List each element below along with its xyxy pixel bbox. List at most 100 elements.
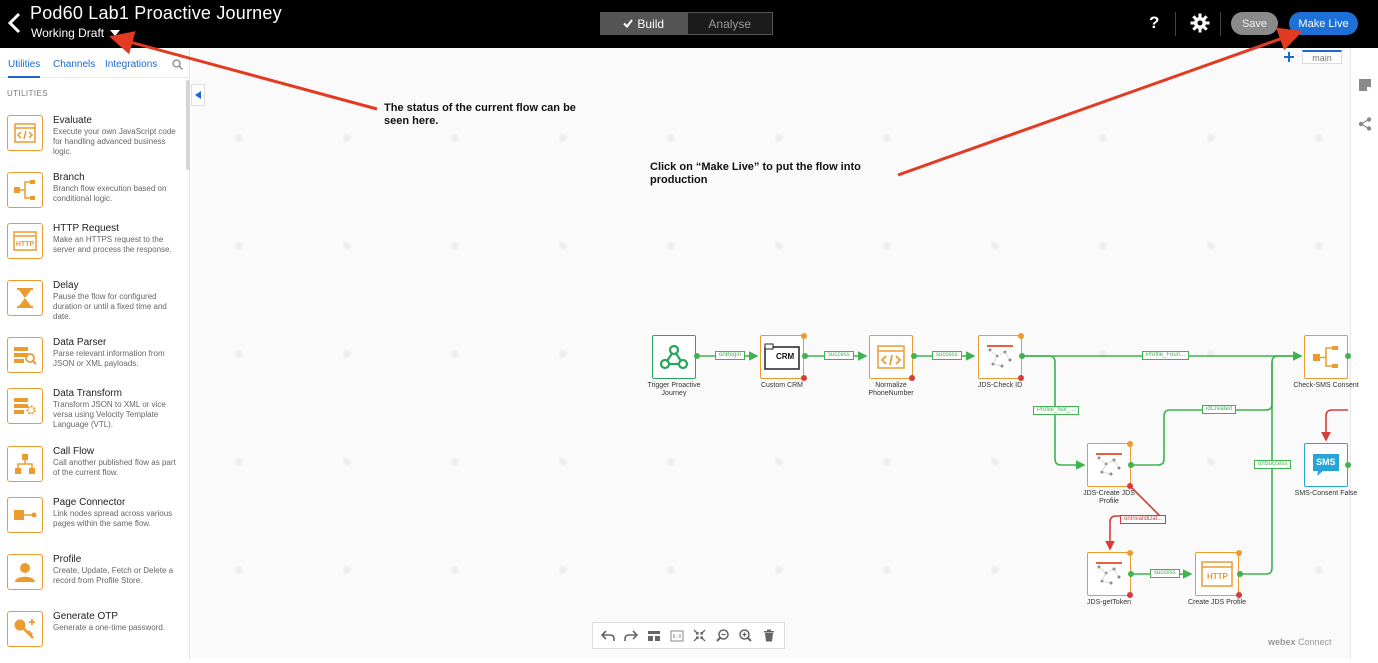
jds-icon [1096, 453, 1122, 476]
palette-item-title: Evaluate [53, 115, 92, 126]
section-label: UTILITIES [7, 89, 48, 98]
palette-item-title: Data Transform [53, 388, 122, 399]
caret-left-icon [195, 91, 201, 99]
flow-status-dropdown[interactable]: Working Draft [31, 26, 121, 40]
actual-size-button[interactable] [669, 628, 685, 644]
notes-icon[interactable] [1358, 78, 1372, 92]
node-trigger[interactable] [652, 335, 696, 379]
palette-item-desc: Execute your own JavaScript code for han… [53, 127, 176, 156]
palette-item-page-connector[interactable]: Page Connector Link nodes spread across … [7, 497, 185, 549]
edge-label-onsuccess[interactable]: onSuccess [1254, 460, 1292, 469]
zoom-out-icon [716, 629, 730, 642]
node-check-sms-consent[interactable] [1304, 335, 1348, 379]
undo-button[interactable] [600, 628, 616, 644]
node-palette-sidebar: Utilities Channels Integrations UTILITIE… [0, 48, 190, 659]
edge-label-profile-not-found[interactable]: Profile_Not_... [1033, 406, 1080, 415]
palette-item-evaluate[interactable]: Evaluate Execute your own JavaScript cod… [7, 115, 185, 167]
http-icon-text: HTTP [1207, 572, 1228, 581]
palette-item-data-transform[interactable]: Data Transform Transform JSON to XML or … [7, 388, 185, 440]
edge-label-oninvaliddata[interactable]: onInvalidDat... [1120, 515, 1167, 524]
node-label: SMS-Consent False [1294, 490, 1358, 497]
branch-icon [1313, 346, 1338, 368]
edge-label-profile-found[interactable]: Profile_Foun... [1142, 351, 1190, 360]
palette-item-desc: Parse relevant information from JSON or … [53, 349, 165, 368]
page-tab-main[interactable]: main [1302, 50, 1342, 64]
make-live-button[interactable]: Make Live [1289, 12, 1358, 35]
code-icon [877, 345, 905, 369]
search-icon[interactable] [172, 59, 183, 70]
node-gettoken[interactable] [1087, 552, 1131, 596]
palette-item-title: Generate OTP [53, 611, 119, 622]
palette-item-desc: Generate a one-time password. [53, 623, 166, 632]
sidebar-scrollbar[interactable] [186, 80, 190, 170]
branch-icon [7, 172, 43, 208]
save-button[interactable]: Save [1231, 12, 1278, 35]
palette-item-desc: Transform JSON to XML or vice versa usin… [53, 400, 166, 429]
flow-title: Pod60 Lab1 Proactive Journey [30, 3, 282, 23]
tab-channels[interactable]: Channels [53, 59, 95, 70]
node-create-jds-profile[interactable] [1087, 443, 1131, 487]
palette-item-delay[interactable]: Delay Pause the flow for configured dura… [7, 280, 185, 332]
node-label: Trigger Proactive Journey [647, 382, 701, 397]
collapse-sidebar-button[interactable] [191, 84, 205, 106]
divider [1175, 12, 1176, 36]
palette-item-title: Page Connector [53, 497, 126, 508]
node-create-jds-profile-http[interactable]: HTTP [1195, 552, 1239, 596]
palette-item-http-request[interactable]: HTTP HTTP Request Make an HTTPS request … [7, 223, 185, 275]
check-icon [623, 19, 634, 28]
edge-label-success[interactable]: success [932, 351, 962, 360]
node-normalize[interactable] [869, 335, 913, 379]
webhook-icon [659, 344, 689, 370]
canvas-toolbar [592, 622, 785, 649]
build-tab[interactable]: Build [601, 13, 687, 34]
flow-status: Working Draft [31, 26, 105, 40]
share-icon[interactable] [1358, 117, 1372, 131]
palette-item-data-parser[interactable]: Data Parser Parse relevant information f… [7, 337, 185, 389]
add-page-icon[interactable] [1283, 51, 1295, 63]
help-icon[interactable]: ? [1149, 13, 1159, 33]
data-transform-icon [7, 388, 43, 424]
hourglass-icon [7, 280, 43, 316]
edge-label-onbegin[interactable]: onBegin [715, 351, 746, 360]
redo-icon [624, 629, 639, 641]
redo-button[interactable] [623, 628, 639, 644]
palette-item-title: Call Flow [53, 446, 95, 457]
webex-connect-logo: webex Connect [1268, 637, 1332, 647]
palette-item-desc: Link nodes spread across various pages w… [53, 509, 173, 528]
top-bar: Pod60 Lab1 Proactive Journey Working Dra… [0, 0, 1378, 48]
actual-size-icon [670, 630, 684, 641]
analyse-tab[interactable]: Analyse [686, 13, 772, 34]
data-parser-icon [7, 337, 43, 373]
zoom-out-button[interactable] [715, 628, 731, 644]
user-icon [7, 554, 43, 590]
gear-icon[interactable] [1190, 13, 1210, 33]
palette-item-profile[interactable]: Profile Create, Update, Fetch or Delete … [7, 554, 185, 606]
palette-item-desc: Make an HTTPS request to the server and … [53, 235, 172, 254]
node-label: JDS-Create JDS Profile [1083, 490, 1135, 505]
call-flow-icon [7, 446, 43, 482]
auto-layout-button[interactable] [646, 628, 662, 644]
node-check-id[interactable] [978, 335, 1022, 379]
node-custom-crm[interactable]: CRM [760, 335, 804, 379]
zoom-in-button[interactable] [738, 628, 754, 644]
tab-utilities[interactable]: Utilities [8, 59, 41, 78]
svg-text:HTTP: HTTP [16, 241, 35, 248]
node-label: JDS-Check ID [977, 382, 1023, 389]
edge-label-idcreated[interactable]: idCreated [1202, 405, 1237, 414]
fit-screen-button[interactable] [692, 628, 708, 644]
palette-item-generate-otp[interactable]: Generate OTP Generate a one-time passwor… [7, 611, 185, 663]
node-label: Custom CRM [760, 382, 803, 389]
node-sms-consent-false[interactable]: SMS [1304, 443, 1348, 487]
build-tab-label: Build [637, 16, 665, 31]
key-icon [7, 611, 43, 647]
analyse-tab-label: Analyse [708, 16, 752, 31]
delete-button[interactable] [761, 628, 777, 644]
page-connector-icon [7, 497, 43, 533]
palette-item-branch[interactable]: Branch Branch flow execution based on co… [7, 172, 185, 224]
annotation-status: The status of the current flow can be se… [384, 102, 576, 127]
edge-label-success[interactable]: success [824, 351, 854, 360]
palette-item-call-flow[interactable]: Call Flow Call another published flow as… [7, 446, 185, 498]
back-button[interactable] [4, 10, 26, 36]
edge-label-success[interactable]: success [1150, 569, 1180, 578]
tab-integrations[interactable]: Integrations [105, 59, 157, 70]
